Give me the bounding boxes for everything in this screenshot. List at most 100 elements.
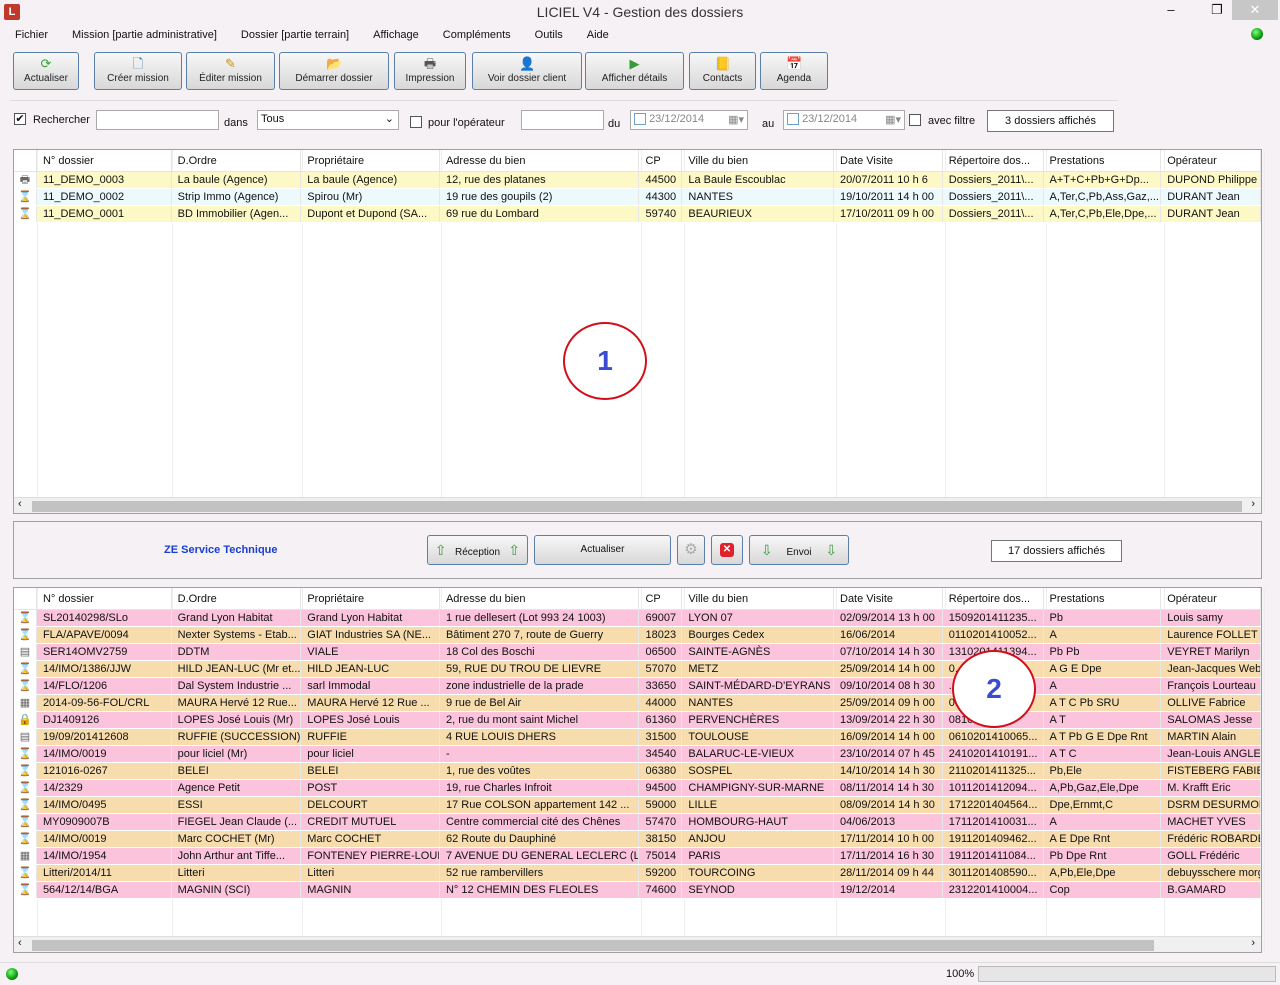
column-header[interactable]: N° dossier [37,588,172,609]
column-header[interactable]: Date Visite [834,150,943,171]
table-row[interactable]: 🖶 11_DEMO_0003 La baule (Agence) La baule (… [14,172,1261,189]
date-to-checkbox[interactable] [787,113,799,126]
reception-button[interactable]: ⇧ Réception ⇧ [427,535,528,565]
table-row[interactable]: ▦ 14/IMO/1954 John Arthur ant Tiffe... FONT… [14,848,1261,865]
column-header[interactable]: N° dossier [37,150,172,171]
table-cell: A G E Dpe [1044,661,1162,677]
scroll-left-icon[interactable]: ‹ [18,937,22,949]
table-row[interactable]: ⌛ 11_DEMO_0001 BD Immobilier (Agen... Dupon… [14,206,1261,223]
toolbar-button-4[interactable]: 🖶 Impression [394,52,466,90]
toolbar-button-7[interactable]: 📒 Contacts [689,52,756,90]
column-header[interactable]: Propriétaire [301,150,440,171]
table-row[interactable]: ⌛ 121016-0267 BELEI BELEI 1, rue des voûtes 0… [14,763,1261,780]
calendar-dropdown-icon[interactable]: ▦▾ [728,113,744,126]
table-row[interactable]: ⌛ 14/IMO/1386/JJW HILD JEAN-LUC (Mr et... H… [14,661,1261,678]
table-cell: John Arthur ant Tiffe... [172,848,302,864]
toolbar-button-5[interactable]: 👤 Voir dossier client [472,52,582,90]
table-row[interactable]: ⌛ 14/2329 Agence Petit POST 19, rue Charles … [14,780,1261,797]
table-row[interactable]: ⌛ 14/IMO/0019 Marc COCHET (Mr) Marc COCHET 6… [14,831,1261,848]
table-row[interactable]: ▤ 19/09/201412608 RUFFIE (SUCCESSION) RUFFI… [14,729,1261,746]
table-row[interactable]: ⌛ FLA/APAVE/0094 Nexter Systems - Etab... G… [14,627,1261,644]
menu-0[interactable]: Fichier [0,26,57,44]
column-header[interactable]: Prestations [1044,150,1162,171]
menu-3[interactable]: Affichage [358,26,428,44]
column-header[interactable]: Opérateur [1161,150,1261,171]
scroll-right-icon[interactable]: › [1251,937,1255,949]
menu-4[interactable]: Compléments [428,26,520,44]
column-header[interactable]: Répertoire dos... [943,150,1044,171]
maximize-button[interactable]: ❐ [1202,0,1232,20]
table-row[interactable]: ⌛ Litteri/2014/11 Litteri Litteri 52 rue ram… [14,865,1261,882]
date-to-picker[interactable]: 23/12/2014 ▦▾ [783,110,905,130]
column-header[interactable]: CP [639,588,683,609]
table-cell: 19 rue des goupils (2) [440,189,640,205]
date-from-picker[interactable]: 23/12/2014 ▦▾ [630,110,748,130]
table-cell: La Baule Escoublac [682,172,835,188]
column-header[interactable]: Ville du bien [682,150,834,171]
scope-select[interactable]: Tous ⌄ [257,110,399,130]
table-row[interactable]: ▦ 2014-09-56-FOL/CRL MAURA Hervé 12 Rue...… [14,695,1261,712]
toolbar-button-0[interactable]: ⟳ Actualiser [13,52,79,90]
table-row[interactable]: ⌛ 14/IMO/0019 pour liciel (Mr) pour liciel -… [14,746,1261,763]
scroll-right-icon[interactable]: › [1251,498,1255,510]
column-header[interactable]: D.Ordre [172,150,302,171]
column-header[interactable]: Opérateur [1161,588,1261,609]
column-header[interactable]: CP [639,150,683,171]
toolbar-button-6[interactable]: ▶ Afficher détails [585,52,684,90]
toolbar-button-1[interactable]: 🗋 Créer mission [94,52,182,90]
avec-filtre-checkbox[interactable] [909,114,921,126]
column-header[interactable]: Répertoire dos... [943,588,1044,609]
menu-2[interactable]: Dossier [partie terrain] [226,26,358,44]
table-row[interactable]: 🔒 DJ1409126 LOPES José Louis (Mr) LOPES Jos… [14,712,1261,729]
table-cell: 20/07/2011 10 h 6 [834,172,943,188]
horizontal-scrollbar[interactable]: ‹ › [14,936,1261,952]
column-header[interactable]: Adresse du bien [440,150,640,171]
search-input[interactable] [96,110,219,130]
toolbar-button-3[interactable]: 📂 Démarrer dossier [279,52,389,90]
column-header[interactable]: Ville du bien [682,588,834,609]
column-header[interactable]: Propriétaire [301,588,440,609]
table-cell: 69007 [639,610,683,626]
grid-line [1264,588,1265,952]
operator-checkbox[interactable] [410,116,422,128]
menu-6[interactable]: Aide [572,26,618,44]
table-cell: 02/09/2014 13 h 00 [834,610,943,626]
toolbar-button-8[interactable]: 📅 Agenda [760,52,828,90]
toolbar-button-label: Éditer mission [199,73,262,84]
menu-5[interactable]: Outils [520,26,572,44]
menu-1[interactable]: Mission [partie administrative] [57,26,226,44]
actualiser-service-button[interactable]: Actualiser [534,535,671,565]
table-row[interactable]: ⌛ 564/12/14/BGA MAGNIN (SCI) MAGNIN N° 12 CH… [14,882,1261,899]
search-checkbox[interactable]: ✔ [14,113,26,125]
table-cell: - [440,746,640,762]
table-row[interactable]: ▤ SER14OMV2759 DDTM VIALE 18 Col des Boschi 0… [14,644,1261,661]
operator-input[interactable] [521,110,604,130]
header-icon-col [14,150,37,171]
settings-gear-icon[interactable]: ⚙ [677,535,705,565]
minimize-button[interactable]: – [1156,0,1186,20]
horizontal-scrollbar[interactable]: ‹ › [14,497,1261,513]
column-header[interactable]: D.Ordre [172,588,302,609]
table-row[interactable]: ⌛ MY0909007B FIEGEL Jean Claude (... CREDIT… [14,814,1261,831]
toolbar-button-2[interactable]: ✎ Éditer mission [186,52,275,90]
table-cell: SEYNOD [682,882,835,898]
scroll-left-icon[interactable]: ‹ [18,498,22,510]
table-cell: PERVENCHÈRES [682,712,835,728]
table-row[interactable]: ⌛ 14/IMO/0495 ESSI DELCOURT 17 Rue COLSON ap… [14,797,1261,814]
column-header[interactable]: Date Visite [834,588,943,609]
table-row[interactable]: ⌛ 11_DEMO_0002 Strip Immo (Agence) Spirou (… [14,189,1261,206]
table-cell: ANJOU [682,831,835,847]
column-header[interactable]: Adresse du bien [440,588,640,609]
scrollbar-thumb[interactable] [32,501,1242,512]
table-cell: LOPES José Louis (Mr) [172,712,302,728]
table-row[interactable]: ⌛ SL20140298/SLo Grand Lyon Habitat Grand L… [14,610,1261,627]
calendar-dropdown-icon[interactable]: ▦▾ [885,113,901,126]
table-row[interactable]: ⌛ 14/FLO/1206 Dal System Industrie ... sarl… [14,678,1261,695]
scrollbar-thumb[interactable] [32,940,1154,951]
column-header[interactable]: Prestations [1044,588,1162,609]
close-button[interactable]: ✕ [1232,0,1278,20]
table-cell: 14/IMO/0495 [37,797,172,813]
envoi-button[interactable]: ⇩ Envoi ⇩ [749,535,849,565]
date-from-checkbox[interactable] [634,113,646,126]
cancel-button[interactable]: ✕ [711,535,743,565]
